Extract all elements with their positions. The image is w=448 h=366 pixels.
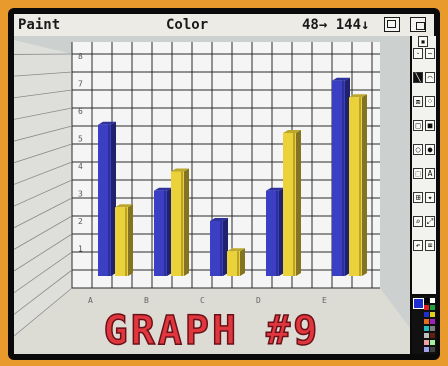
palette-swatch[interactable] <box>430 347 435 352</box>
chart-left-wall <box>14 40 72 336</box>
tool-magnify-icon[interactable]: ⌕ <box>413 216 423 227</box>
tool-straight-line-icon[interactable]: ╲ <box>413 72 423 83</box>
tool-airbrush-icon[interactable]: ⁘ <box>425 96 435 107</box>
palette-swatch[interactable] <box>430 333 435 338</box>
y-coordinate: 144 <box>335 17 362 33</box>
drawing-canvas[interactable]: 1 2 3 4 5 6 7 8 A B C D E GRAPH #9 <box>14 36 410 354</box>
chart-svg: 1 2 3 4 5 6 7 8 A B C D EGRAPH #9 <box>14 40 410 354</box>
palette-swatch[interactable] <box>430 326 435 331</box>
tool-filled-rectangle-icon[interactable]: ■ <box>425 120 435 131</box>
x-category-label: C <box>200 296 205 305</box>
depth-front-gadget-icon[interactable] <box>384 17 400 32</box>
palette-swatch[interactable] <box>424 305 429 310</box>
palette-swatch[interactable] <box>424 312 429 317</box>
tool-clear-icon[interactable]: ⌧ <box>425 240 435 251</box>
color-palette <box>412 296 436 354</box>
depth-back-gadget-icon[interactable] <box>410 17 426 32</box>
tool-zoom-icon[interactable]: ⤢ <box>425 216 435 227</box>
y-arrow-icon: ↓ <box>361 17 370 33</box>
bar-side <box>128 204 133 276</box>
y-tick-label: 5 <box>78 135 83 144</box>
chart-title: GRAPH #9 <box>104 308 321 354</box>
palette-swatch[interactable] <box>424 298 429 303</box>
x-category-label: D <box>256 296 261 305</box>
menu-bar: Paint Color 48→ 144↓ <box>14 14 434 36</box>
current-color-indicator <box>413 298 424 309</box>
palette-swatch[interactable] <box>430 340 435 345</box>
tool-undo-icon[interactable]: ↶ <box>413 240 423 251</box>
palette-swatch[interactable] <box>430 319 435 324</box>
tool-palette: · ~ ╲ ⌒ ⧈ ⁘ □ ■ ○ ● ⬚ A ⊞ ✦ ⌕ ⤢ ↶ ⌧ ▪ <box>412 36 436 294</box>
y-tick-label: 1 <box>78 245 83 254</box>
tool-symmetry-icon[interactable]: ✦ <box>425 192 435 203</box>
tool-filled-circle-icon[interactable]: ● <box>425 144 435 155</box>
palette-swatch[interactable] <box>430 298 435 303</box>
bar-side <box>362 94 367 276</box>
tool-circle-icon[interactable]: ○ <box>413 144 423 155</box>
tool-continuous-freehand-icon[interactable]: ~ <box>425 48 435 59</box>
tool-rectangle-icon[interactable]: □ <box>413 120 423 131</box>
x-category-label: E <box>322 296 327 305</box>
y-tick-label: 2 <box>78 217 83 226</box>
y-tick-label: 3 <box>78 190 83 199</box>
x-coordinate: 48 <box>302 17 319 33</box>
y-tick-label: 6 <box>78 107 83 116</box>
palette-swatch[interactable] <box>424 319 429 324</box>
palette-swatch[interactable] <box>424 340 429 345</box>
screen: Paint Color 48→ 144↓ 1 2 3 4 5 6 7 8 A B C D E GRAPH … <box>8 8 440 360</box>
palette-swatch[interactable] <box>424 326 429 331</box>
coordinate-readout: 48→ 144↓ <box>302 14 369 36</box>
x-category-label: B <box>144 296 149 305</box>
menu-color[interactable]: Color <box>166 14 208 36</box>
palette-swatch[interactable] <box>430 305 435 310</box>
tool-text-icon[interactable]: A <box>425 168 435 179</box>
y-tick-label: 7 <box>78 80 83 89</box>
y-tick-label: 4 <box>78 162 83 171</box>
tool-grid-icon[interactable]: ⊞ <box>413 192 423 203</box>
bar-side <box>240 248 245 276</box>
tool-curve-icon[interactable]: ⌒ <box>425 72 435 83</box>
tool-fill-icon[interactable]: ⧈ <box>413 96 423 107</box>
x-arrow-icon: → <box>318 17 328 33</box>
palette-swatch[interactable] <box>430 312 435 317</box>
menu-paint[interactable]: Paint <box>18 14 60 36</box>
tool-dotted-freehand-icon[interactable]: · <box>413 48 423 59</box>
y-tick-label: 8 <box>78 52 83 61</box>
palette-swatch[interactable] <box>424 333 429 338</box>
palette-swatch[interactable] <box>424 347 429 352</box>
tool-brush-select-icon[interactable]: ⬚ <box>413 168 423 179</box>
bar-side <box>296 130 301 276</box>
bar-side <box>184 168 189 276</box>
brush-size-icon[interactable]: ▪ <box>418 36 428 47</box>
x-category-label: A <box>88 296 93 305</box>
